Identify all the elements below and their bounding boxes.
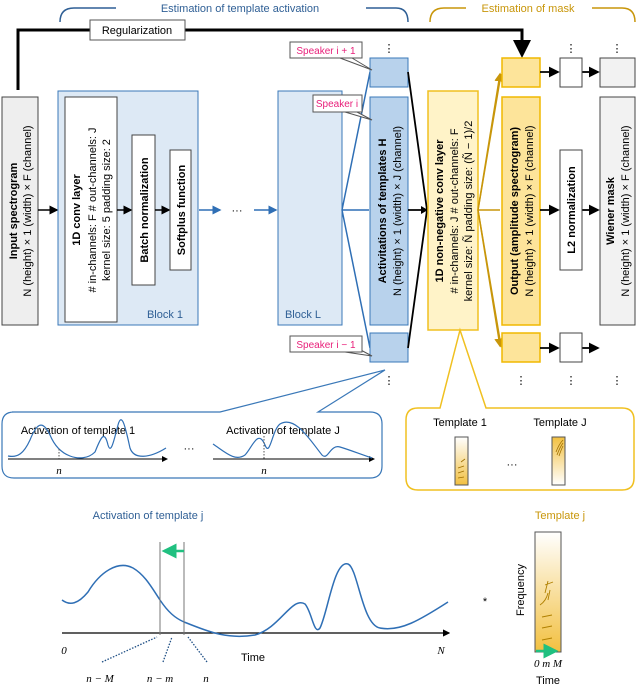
vdots: ⋮ bbox=[612, 375, 623, 387]
pointer-arrows bbox=[101, 636, 208, 663]
vdots: ⋮ bbox=[566, 375, 577, 387]
activations-dims: N (height) × 1 (width) × J (channel) bbox=[392, 126, 404, 296]
x-start-label: 0 bbox=[61, 645, 67, 657]
activation-panel bbox=[1, 369, 386, 479]
arrow bbox=[477, 72, 504, 211]
n-label: n bbox=[203, 673, 209, 685]
wiener-dims: N (height) × 1 (width) × F (channel) bbox=[620, 125, 632, 296]
template-j-image bbox=[534, 531, 562, 653]
detail-activation-curve bbox=[61, 563, 449, 638]
speaker-current-label: Speaker i bbox=[316, 99, 358, 110]
nonneg-conv-title: 1D non-negative conv layer bbox=[434, 139, 446, 283]
x-axis-label: Time bbox=[241, 652, 265, 664]
speaker-next-label: Speaker i + 1 bbox=[296, 46, 356, 57]
template-1-title: Template 1 bbox=[433, 417, 487, 429]
vdots: ⋮ bbox=[516, 375, 527, 387]
vdots: ⋮ bbox=[516, 43, 527, 55]
output-dims: N (height) × 1 (width) × F (channel) bbox=[524, 125, 536, 296]
diagram: Estimation of template activation Estima… bbox=[1, 3, 636, 687]
plot1-n-label: n bbox=[56, 465, 62, 477]
output-next-speaker bbox=[501, 57, 541, 88]
block-1-label: Block 1 bbox=[147, 309, 183, 321]
callout-pointer bbox=[339, 57, 373, 71]
x-end-label: N bbox=[436, 645, 445, 657]
activation-section-title: Estimation of template activation bbox=[161, 3, 319, 15]
output-prev-speaker bbox=[501, 332, 541, 363]
conv-line2: kernel size: 5 padding size: 2 bbox=[101, 139, 113, 281]
input-title: Input spectrogram bbox=[8, 163, 20, 260]
wiener-next-box bbox=[599, 57, 636, 88]
template-axis-label: 0 m M bbox=[534, 658, 563, 670]
regularization-label: Regularization bbox=[102, 25, 172, 37]
speaker-prev-label: Speaker i − 1 bbox=[296, 340, 356, 351]
activation-next-speaker bbox=[369, 57, 409, 88]
block-l-label: Block L bbox=[285, 309, 321, 321]
block-l bbox=[277, 90, 343, 326]
template-J-image bbox=[551, 436, 566, 486]
ellipsis: ··· bbox=[232, 205, 243, 217]
conv-line1: # in-channels: F # out-channels: J bbox=[87, 127, 99, 292]
fan-arrows-gold bbox=[477, 73, 501, 346]
conv-title: 1D conv layer bbox=[71, 174, 83, 246]
ellipsis: ··· bbox=[507, 459, 518, 471]
template-time-label: Time bbox=[536, 675, 560, 687]
l2-next-box bbox=[559, 57, 583, 88]
l2-norm-label: L2 normalization bbox=[566, 166, 578, 254]
convolution-symbol: * bbox=[483, 596, 488, 608]
n-minus-M-label: n − M bbox=[86, 673, 114, 685]
wiener-title: Wiener mask bbox=[605, 176, 617, 245]
vdots: ⋮ bbox=[384, 43, 395, 55]
plotJ-n-label: n bbox=[261, 465, 267, 477]
template-j-title: Template j bbox=[535, 510, 585, 522]
vdots: ⋮ bbox=[612, 43, 623, 55]
arrow bbox=[477, 209, 504, 348]
nonneg-conv-line2: kernel size: Ñ padding size: (Ñ − 1)/2 bbox=[462, 121, 475, 302]
l2-prev-box bbox=[559, 332, 583, 363]
mask-section-title: Estimation of mask bbox=[482, 3, 575, 15]
n-minus-m-label: n − m bbox=[147, 673, 173, 685]
nonneg-conv-line1: # in-channels: J # out-channels: F bbox=[449, 128, 461, 293]
vdots: ⋮ bbox=[566, 43, 577, 55]
vdots: ⋮ bbox=[384, 375, 395, 387]
input-dims: N (height) × 1 (width) × F (channel) bbox=[22, 125, 34, 296]
detail-activation-title: Activation of template j bbox=[93, 510, 204, 522]
batch-norm-label: Batch normalization bbox=[139, 157, 151, 262]
ellipsis: ··· bbox=[184, 443, 195, 455]
output-title: Output (amplitude spectrogram) bbox=[509, 127, 521, 295]
frequency-label: Frequency bbox=[515, 564, 527, 616]
plotJ-title: Activation of template J bbox=[226, 425, 340, 437]
callout-pointer bbox=[344, 111, 373, 121]
softplus-label: Softplus function bbox=[176, 165, 188, 256]
template-J-title: Template J bbox=[533, 417, 586, 429]
activations-title: Activitations of templates H bbox=[377, 139, 389, 284]
activation-prev-speaker bbox=[369, 332, 409, 363]
